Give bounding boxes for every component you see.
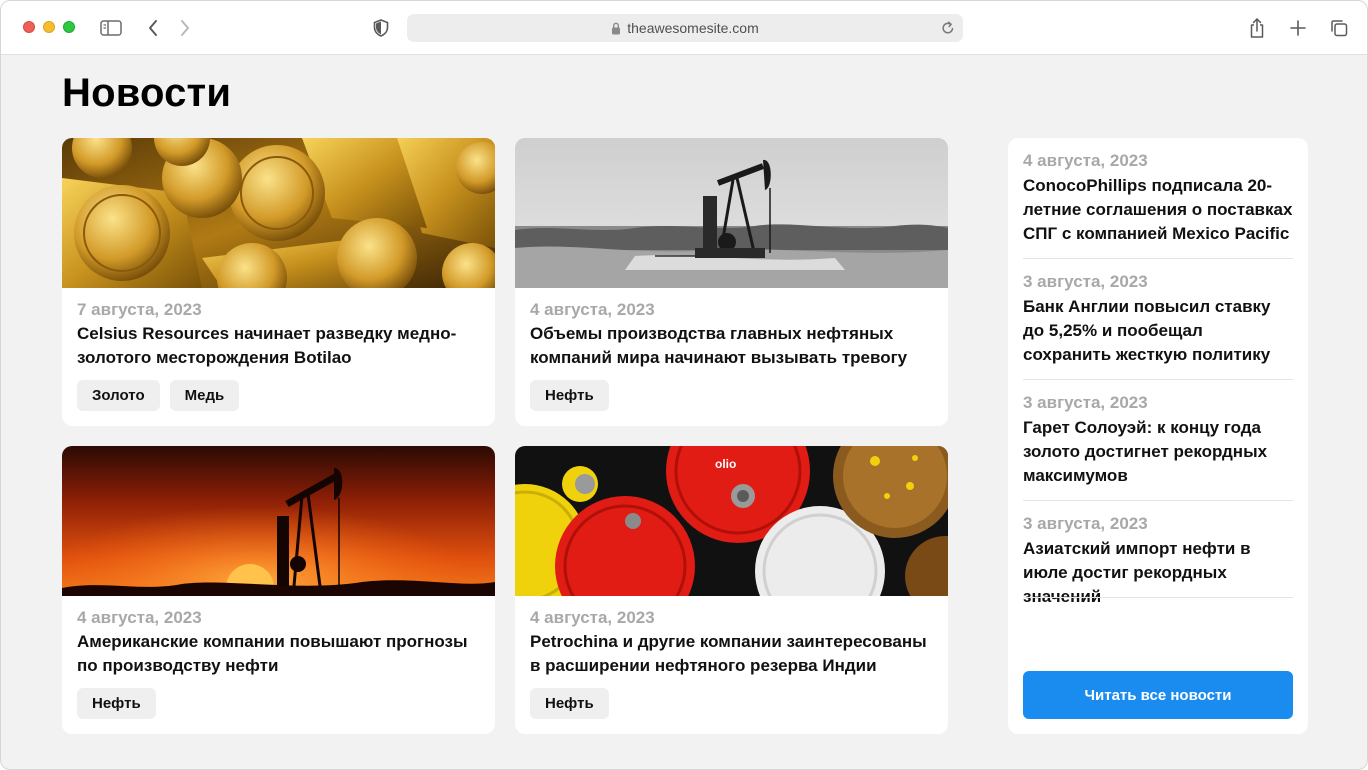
card-tags: Золото Медь [77, 380, 240, 411]
read-all-news-button[interactable]: Читать все новости [1023, 671, 1293, 719]
card-date: 4 августа, 2023 [530, 608, 655, 627]
share-icon[interactable] [1245, 16, 1269, 40]
tag-oil[interactable]: Нефть [530, 688, 609, 719]
sidebar-toggle-icon[interactable] [99, 16, 123, 40]
oil-pump-grayscale-image[interactable] [515, 138, 948, 288]
sidebar-news-item[interactable]: 3 августа, 2023 Гарет Солоуэй: к концу г… [1023, 393, 1293, 488]
address-url: theawesomesite.com [627, 20, 759, 36]
card-date: 7 августа, 2023 [77, 300, 202, 319]
news-card[interactable]: 7 августа, 2023 Celsius Resources начина… [62, 138, 495, 426]
zoom-window-button[interactable] [63, 21, 75, 33]
sidebar-item-date: 3 августа, 2023 [1023, 514, 1148, 533]
divider [1023, 258, 1293, 259]
card-tags: Нефть [530, 380, 609, 411]
card-headline[interactable]: Объемы производства главных нефтяных ком… [530, 322, 935, 370]
oil-barrels-image[interactable]: olio [515, 446, 948, 596]
sidebar-item-title[interactable]: Банк Англии повысил ставку до 5,25% и по… [1023, 295, 1293, 367]
new-tab-icon[interactable] [1286, 16, 1310, 40]
address-bar[interactable]: theawesomesite.com [407, 14, 963, 42]
gold-bars-image[interactable] [62, 138, 495, 288]
oil-pump-sunset-image[interactable] [62, 446, 495, 596]
news-card[interactable]: 4 августа, 2023 Американские компании по… [62, 446, 495, 734]
divider [1023, 379, 1293, 380]
sidebar-news-item[interactable]: 3 августа, 2023 Банк Англии повысил став… [1023, 272, 1293, 367]
card-tags: Нефть [77, 688, 156, 719]
svg-text:olio: olio [715, 457, 736, 471]
divider [1023, 597, 1293, 598]
page-title: Новости [62, 71, 232, 115]
card-date: 4 августа, 2023 [77, 608, 202, 627]
tag-gold[interactable]: Золото [77, 380, 160, 411]
sidebar-item-date: 3 августа, 2023 [1023, 393, 1148, 412]
card-headline[interactable]: Celsius Resources начинает разведку медн… [77, 322, 482, 370]
sidebar-item-title[interactable]: ConocoPhillips подписала 20-летние согла… [1023, 174, 1293, 246]
privacy-shield-icon[interactable] [369, 16, 393, 40]
tag-oil[interactable]: Нефть [77, 688, 156, 719]
close-window-button[interactable] [23, 21, 35, 33]
back-icon[interactable] [141, 16, 165, 40]
latest-news-sidebar: 4 августа, 2023 ConocoPhillips подписала… [1008, 138, 1308, 734]
card-tags: Нефть [530, 688, 609, 719]
news-card[interactable]: 4 августа, 2023 Объемы производства глав… [515, 138, 948, 426]
news-card[interactable]: olio 4 августа, 2023 Petrochina и другие… [515, 446, 948, 734]
card-date: 4 августа, 2023 [530, 300, 655, 319]
tag-oil[interactable]: Нефть [530, 380, 609, 411]
divider [1023, 500, 1293, 501]
forward-icon[interactable] [173, 16, 197, 40]
browser-window: theawesomesite.com Новости 7 августа, 20… [0, 0, 1368, 770]
lock-icon [611, 22, 621, 35]
tag-copper[interactable]: Медь [169, 380, 240, 411]
sidebar-item-date: 3 августа, 2023 [1023, 272, 1148, 291]
sidebar-item-title[interactable]: Гарет Солоуэй: к концу года золото дости… [1023, 416, 1293, 488]
card-headline[interactable]: Petrochina и другие компании заинтересов… [530, 630, 935, 678]
sidebar-item-date: 4 августа, 2023 [1023, 151, 1148, 170]
tab-overview-icon[interactable] [1327, 16, 1351, 40]
reload-icon[interactable] [941, 20, 955, 40]
sidebar-item-title[interactable]: Азиатский импорт нефти в июле достиг рек… [1023, 537, 1293, 609]
browser-toolbar: theawesomesite.com [1, 1, 1367, 55]
sidebar-news-item[interactable]: 4 августа, 2023 ConocoPhillips подписала… [1023, 151, 1293, 246]
card-headline[interactable]: Американские компании повышают прогнозы … [77, 630, 482, 678]
sidebar-news-item[interactable]: 3 августа, 2023 Азиатский импорт нефти в… [1023, 514, 1293, 609]
minimize-window-button[interactable] [43, 21, 55, 33]
